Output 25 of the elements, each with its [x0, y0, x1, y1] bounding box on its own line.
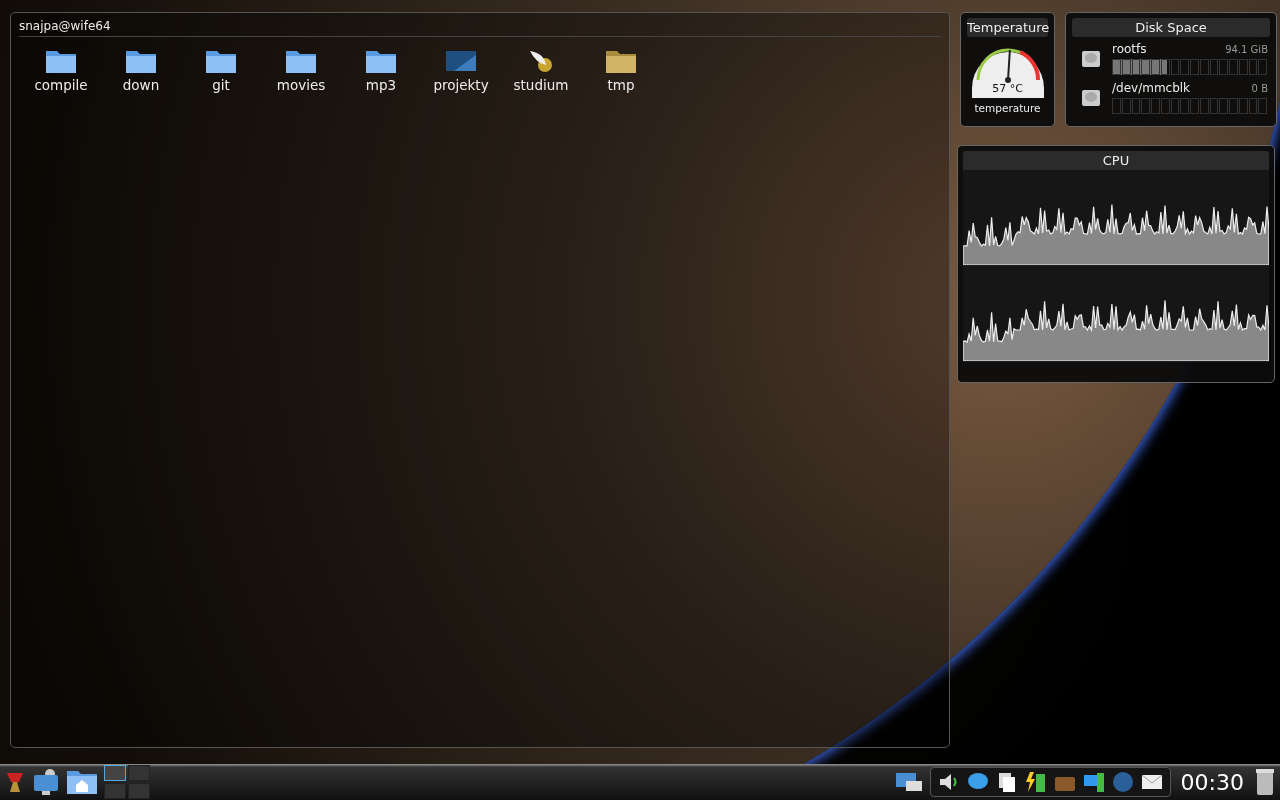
disk-size: 0 B: [1251, 83, 1268, 94]
disk-size: 94.1 GiB: [1225, 44, 1268, 55]
desktop-icon[interactable]: projekty: [421, 47, 501, 93]
desktop-icon[interactable]: down: [101, 47, 181, 93]
desktop-icon[interactable]: studium: [501, 47, 581, 93]
desktop-icon[interactable]: mp3: [341, 47, 421, 93]
trash-icon[interactable]: [1254, 767, 1276, 797]
disk-name: /dev/mmcblk: [1112, 81, 1191, 95]
monitor-icon[interactable]: [32, 768, 60, 796]
virtual-desktop[interactable]: [104, 765, 126, 781]
clock[interactable]: 00:30: [1176, 769, 1248, 795]
widget-title: CPU: [963, 151, 1269, 170]
disk-name: rootfs: [1112, 42, 1147, 56]
desktop-icon[interactable]: movies: [261, 47, 341, 93]
desktop-icon[interactable]: tmp: [581, 47, 661, 93]
widget-title: Temperature: [967, 18, 1048, 37]
folder-view-title: snajpa@wife64: [19, 19, 941, 37]
desktop-icon[interactable]: git: [181, 47, 261, 93]
sensor-label: temperature: [974, 102, 1041, 114]
home-folder-icon[interactable]: [66, 768, 98, 796]
goblet-icon[interactable]: [4, 770, 26, 794]
widget-title: Disk Space: [1072, 18, 1270, 37]
desktop-icon[interactable]: compile: [21, 47, 101, 93]
battery-icon[interactable]: [1023, 770, 1048, 794]
temperature-reading: 57 °C: [991, 82, 1024, 95]
